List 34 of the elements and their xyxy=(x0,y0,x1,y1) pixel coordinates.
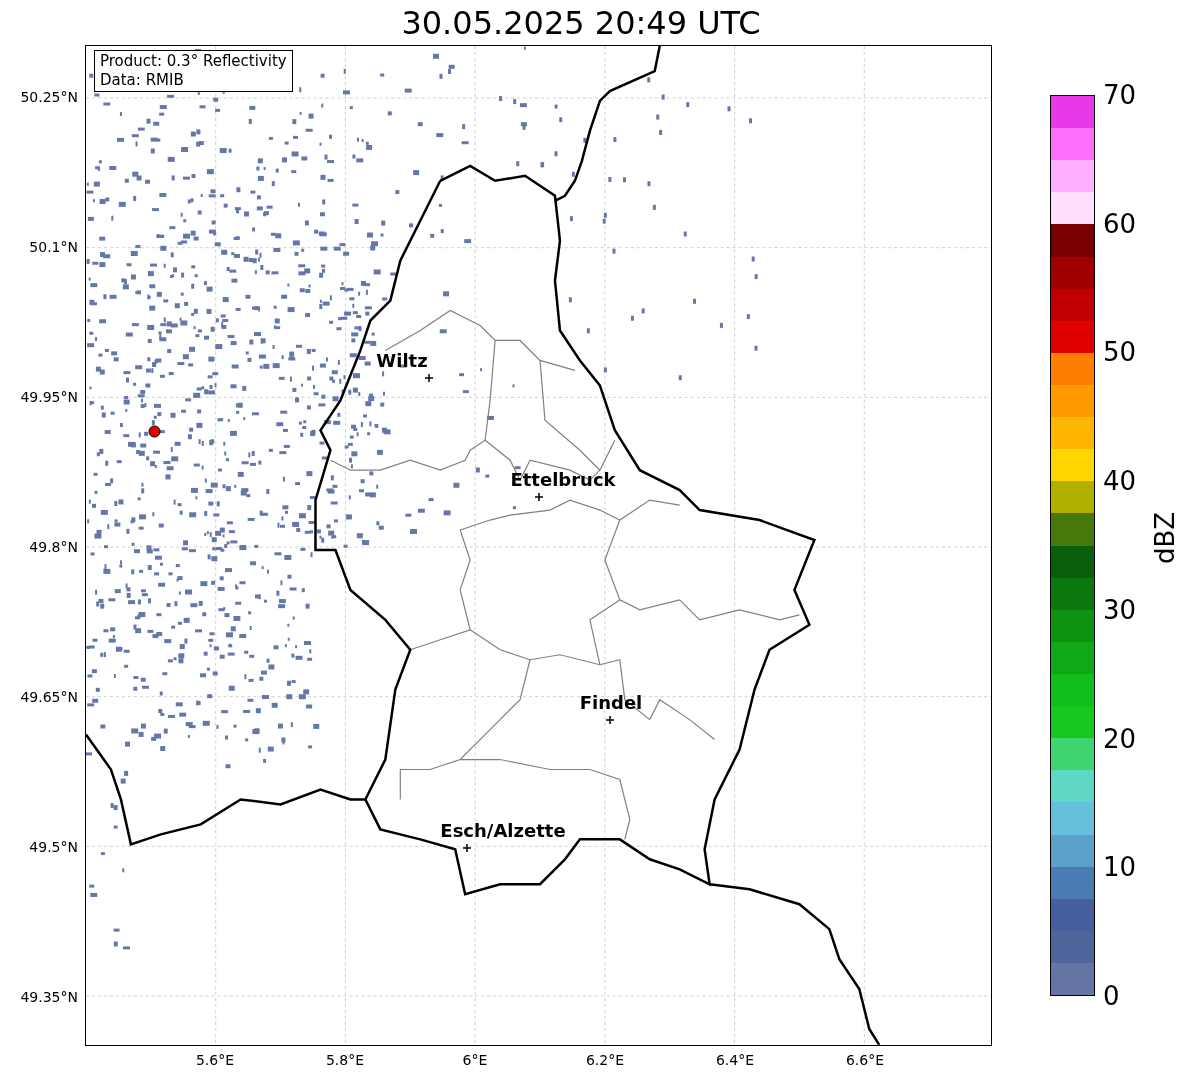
colorbar-tick-label: 60 xyxy=(1103,210,1137,237)
latitude-label: 49.5°N xyxy=(29,840,78,854)
latitude-label: 50.25°N xyxy=(20,90,78,104)
latitude-label: 49.8°N xyxy=(29,540,78,554)
colorbar-tick-label: 30 xyxy=(1103,596,1137,623)
longitude-label: 6.2°E xyxy=(585,1053,625,1067)
city-marker-icon xyxy=(425,374,433,382)
latitude-label: 49.95°N xyxy=(20,390,78,404)
city-marker-icon xyxy=(535,493,543,501)
city-label: Findel xyxy=(579,694,643,712)
colorbar-tick-label: 10 xyxy=(1103,854,1137,881)
colorbar-tick-label: 50 xyxy=(1103,339,1137,366)
info-text: Data: RMIB xyxy=(100,71,185,90)
radar-site-icon xyxy=(148,425,161,438)
info-text: Product: 0.3° Reflectivity xyxy=(100,52,287,71)
longitude-label: 6.4°E xyxy=(715,1053,755,1067)
colorbar-tick-label: 20 xyxy=(1103,725,1137,752)
city-label: Wiltz xyxy=(376,352,428,370)
longitude-label: 5.6°E xyxy=(195,1053,235,1067)
longitude-label: 5.8°E xyxy=(325,1053,365,1067)
colorbar-tick-label: 0 xyxy=(1103,983,1120,1009)
longitude-label: 6°E xyxy=(462,1053,488,1067)
city-marker-icon xyxy=(606,716,614,724)
latitude-label: 49.65°N xyxy=(20,690,78,704)
latitude-label: 49.35°N xyxy=(20,990,78,1004)
latitude-label: 50.1°N xyxy=(29,240,78,254)
city-marker-icon xyxy=(463,844,471,852)
longitude-label: 6.6°E xyxy=(845,1053,885,1067)
colorbar-tick-label: 70 xyxy=(1103,82,1137,108)
colorbar-label: dBZ xyxy=(1152,511,1179,565)
city-label: Esch/Alzette xyxy=(440,822,566,840)
city-label: Ettelbruck xyxy=(510,471,616,489)
colorbar-tick-label: 40 xyxy=(1103,468,1137,495)
chart-title: 30.05.2025 20:49 UTC xyxy=(401,6,761,39)
